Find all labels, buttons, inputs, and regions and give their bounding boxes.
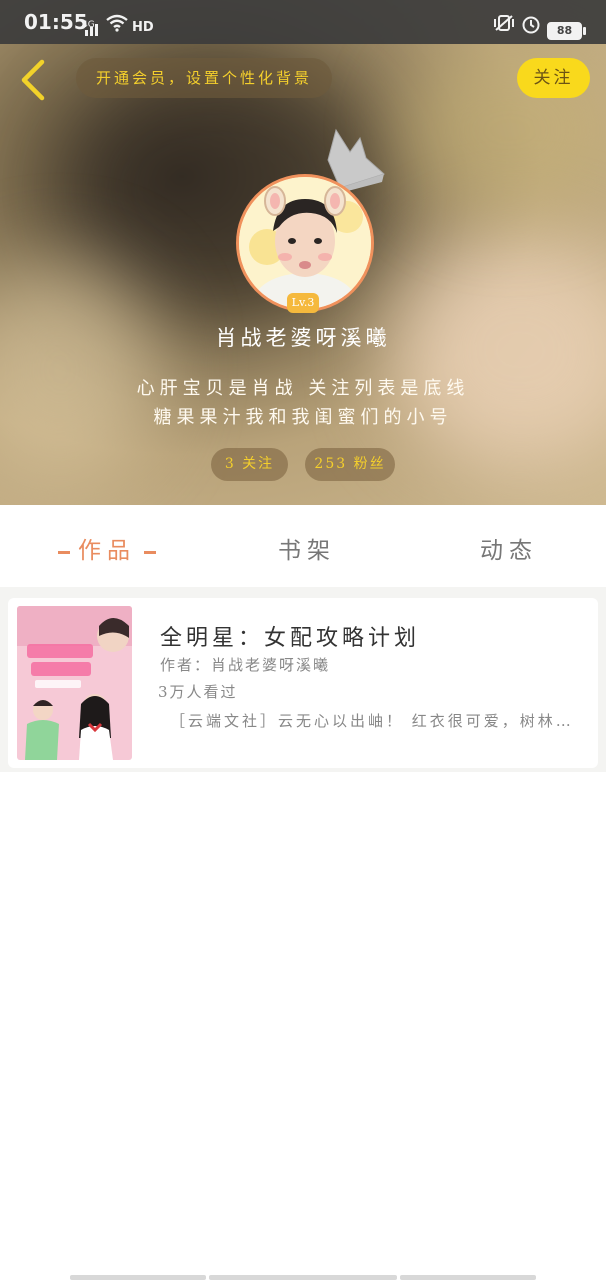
wifi-icon	[106, 14, 128, 32]
back-arrow-icon[interactable]	[16, 58, 52, 102]
bio-line-1: 心肝宝贝是肖战 关注列表是底线	[136, 378, 470, 399]
book-title[interactable]: 全明星：女配攻略计划	[160, 620, 420, 652]
book-views: 3万人看过	[158, 683, 238, 701]
battery-nub	[583, 27, 586, 35]
profile-tabs: 作品 书架 动态	[0, 505, 606, 587]
active-tab-dash	[58, 550, 70, 554]
vip-banner-button[interactable]: 开通会员，设置个性化背景	[76, 58, 332, 98]
level-badge: Lv.3	[287, 293, 319, 313]
book-cover[interactable]	[17, 606, 132, 760]
username: 肖战老婆呀溪曦	[215, 326, 391, 350]
tab-moments-label: 动态	[480, 538, 538, 564]
book-cover-image	[17, 606, 132, 760]
signal-icon	[85, 30, 88, 36]
tab-moments[interactable]: 动态	[480, 531, 538, 565]
system-nav-bar	[70, 1275, 206, 1280]
status-bar: 01:55 4G HD 88	[0, 0, 606, 44]
avatar[interactable]	[236, 174, 374, 312]
battery-indicator: 88	[547, 22, 582, 40]
system-nav-bar	[209, 1275, 397, 1280]
active-tab-dash	[144, 550, 156, 554]
hd-indicator: HD	[132, 20, 154, 35]
alarm-icon	[522, 16, 540, 34]
tab-works[interactable]: 作品	[50, 531, 164, 565]
tab-bookshelf-label: 书架	[278, 538, 336, 564]
status-time: 01:55	[24, 10, 88, 34]
book-author: 作者：肖战老婆呀溪曦	[160, 656, 331, 674]
follow-button[interactable]: 关注	[517, 58, 590, 98]
signal-icon	[90, 27, 93, 36]
tab-works-label: 作品	[78, 538, 136, 564]
vibrate-icon	[494, 15, 514, 31]
bio-line-2: 糖果果汁我和我闺蜜们的小号	[153, 407, 453, 428]
avatar-image	[239, 177, 371, 309]
fans-count-button[interactable]: 253 粉丝	[305, 448, 395, 481]
profile-header: 01:55 4G HD 88 开通会员，设置个性化背景 关注 Lv.3 肖战老婆…	[0, 0, 606, 505]
following-count-button[interactable]: 3 关注	[211, 448, 288, 481]
system-nav-bar	[400, 1275, 536, 1280]
book-description: ［云端文社］云无心以出岫！ 红衣很可爱，树林里的故事	[170, 712, 580, 730]
tab-bookshelf[interactable]: 书架	[278, 531, 336, 565]
signal-icon	[95, 24, 98, 36]
